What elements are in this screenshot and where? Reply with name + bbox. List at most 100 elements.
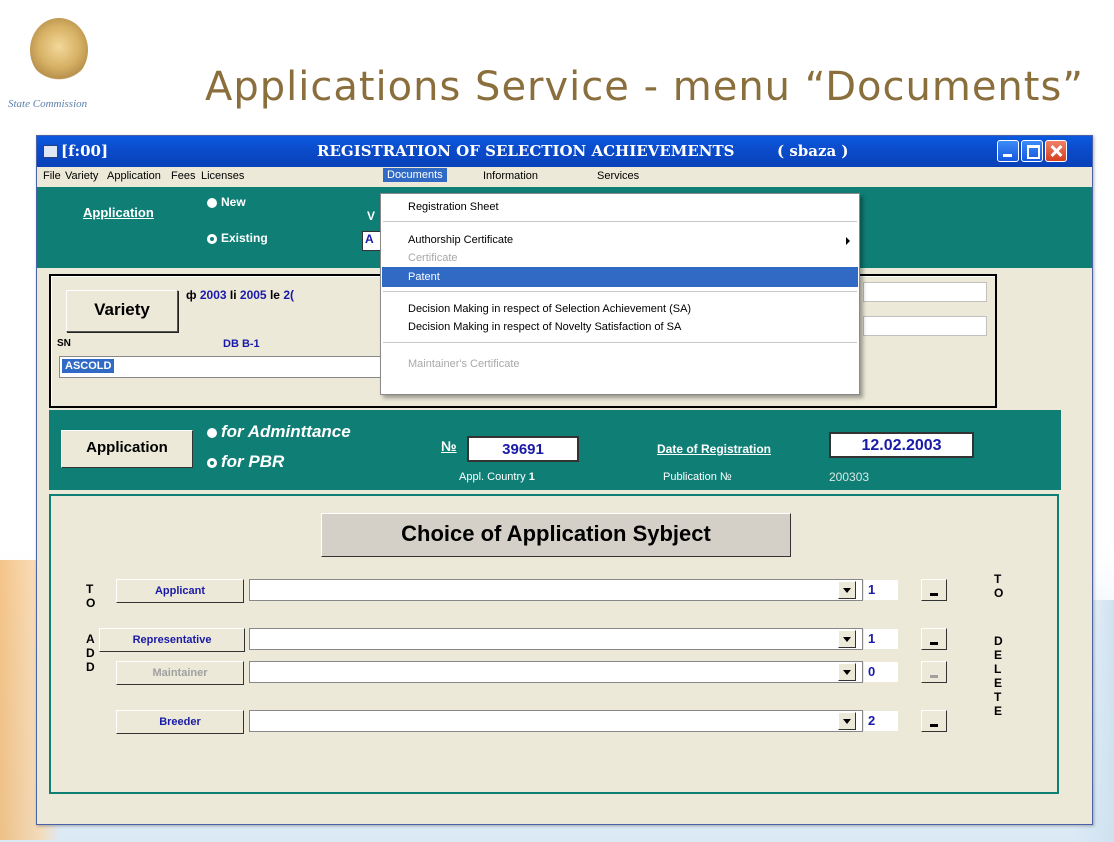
representative-combo[interactable] — [249, 628, 863, 650]
right-letter: E — [994, 704, 1003, 718]
applicant-delete-button[interactable] — [921, 579, 947, 601]
year-1: 2003 — [199, 288, 227, 302]
logo-caption: State Commission — [8, 98, 88, 110]
left-letter: D — [86, 646, 95, 660]
menu-separator — [383, 342, 857, 343]
breeder-button[interactable]: Breeder — [116, 710, 244, 734]
date-of-registration-field[interactable]: 12.02.2003 — [829, 432, 974, 458]
menu-fees[interactable]: Fees — [171, 170, 195, 182]
left-letter: D — [86, 660, 95, 674]
top-v-label: V — [367, 209, 376, 223]
representative-chevron-down-icon[interactable] — [838, 630, 856, 648]
variety-years: ф 2003 Ii 2005 le 2( — [186, 288, 294, 302]
submenu-arrow-icon — [846, 237, 850, 245]
right-letter: E — [994, 676, 1003, 690]
radio-new-label: New — [221, 195, 246, 209]
menu-bar: File Variety Application Fees Licenses D… — [37, 167, 1092, 187]
menu-services[interactable]: Services — [597, 170, 639, 182]
maintainer-combo[interactable] — [249, 661, 863, 683]
maintainer-count: 0 — [864, 662, 898, 682]
radio-pbr-label: for PBR — [221, 452, 285, 471]
menu-application[interactable]: Application — [107, 170, 161, 182]
left-letter: T — [86, 582, 94, 596]
subject-choice-panel: Choice of Application Sybject T O A D D … — [49, 494, 1059, 794]
menu-licenses[interactable]: Licenses — [201, 170, 244, 182]
appl-country: Appl. Country 1 — [459, 471, 535, 483]
minimize-button[interactable] — [997, 140, 1019, 162]
right-letter: T — [994, 572, 1002, 586]
variety-name-value: ASCOLD — [62, 359, 115, 373]
radio-admittance[interactable]: for Adminttance — [207, 422, 351, 442]
year-3: 2( — [283, 288, 294, 302]
application-details-panel: Application for Adminttance for PBR № 39… — [49, 410, 1061, 490]
coat-of-arms-icon — [30, 18, 88, 82]
menu-item-decision-novelty[interactable]: Decision Making in respect of Novelty Sa… — [382, 317, 858, 337]
representative-delete-button[interactable] — [921, 628, 947, 650]
date-of-registration-label[interactable]: Date of Registration — [657, 442, 771, 456]
variety-field-1[interactable] — [863, 282, 987, 302]
left-letter: A — [86, 632, 95, 646]
right-letter: D — [994, 634, 1003, 648]
menu-file[interactable]: File — [43, 170, 61, 182]
documents-dropdown-menu: Registration Sheet Authorship Certificat… — [380, 193, 860, 395]
window-form-icon — [43, 145, 58, 158]
right-letter: L — [994, 662, 1002, 676]
breeder-combo[interactable] — [249, 710, 863, 732]
application-number-field[interactable]: 39691 — [467, 436, 579, 462]
maintainer-button[interactable]: Maintainer — [116, 661, 244, 685]
menu-item-patent[interactable]: Patent — [382, 267, 858, 287]
maintainer-chevron-down-icon[interactable] — [838, 663, 856, 681]
radio-pbr-icon — [207, 457, 217, 468]
right-letter: T — [994, 690, 1002, 704]
window-title: REGISTRATION OF SELECTION ACHIEVEMENTS — [317, 142, 735, 160]
publication-label: Publication № — [663, 471, 732, 483]
menu-item-registration-sheet[interactable]: Registration Sheet — [382, 197, 858, 217]
menu-variety[interactable]: Variety — [65, 170, 98, 182]
radio-admittance-label: for Adminttance — [221, 422, 351, 441]
appl-country-label: Appl. Country — [459, 471, 526, 483]
applicant-combo[interactable] — [249, 579, 863, 601]
radio-existing[interactable]: Existing — [207, 231, 268, 245]
window-database: ( sbaza ) — [777, 142, 849, 160]
breeder-count: 2 — [864, 711, 898, 731]
radio-new[interactable]: New — [207, 195, 246, 209]
sn-value: DB B-1 — [223, 338, 260, 350]
representative-count: 1 — [864, 629, 898, 649]
maintainer-delete-button[interactable] — [921, 661, 947, 683]
window-titlebar[interactable]: [f:00] REGISTRATION OF SELECTION ACHIEVE… — [37, 136, 1092, 167]
year-prefix-2: Ii — [229, 288, 237, 302]
menu-item-authorship-certificate[interactable]: Authorship Certificate — [382, 230, 858, 250]
applicant-chevron-down-icon[interactable] — [838, 581, 856, 599]
sn-label: SN — [57, 338, 71, 349]
breeder-delete-button[interactable] — [921, 710, 947, 732]
menu-documents[interactable]: Documents — [383, 168, 447, 182]
menu-item-decision-sa[interactable]: Decision Making in respect of Selection … — [382, 299, 858, 319]
year-prefix-1: ф — [186, 288, 197, 302]
applicant-button[interactable]: Applicant — [116, 579, 244, 603]
menu-information[interactable]: Information — [483, 170, 538, 182]
menu-item-certificate[interactable]: Certificate — [382, 248, 858, 268]
radio-new-icon — [207, 197, 217, 208]
radio-pbr[interactable]: for PBR — [207, 452, 284, 472]
choice-of-subject-button[interactable]: Choice of Application Sybject — [321, 513, 791, 557]
slide-title: Applications Service - menu “Documents” — [205, 64, 1085, 110]
radio-existing-label: Existing — [221, 231, 268, 245]
representative-button[interactable]: Representative — [99, 628, 245, 652]
publication-value: 200303 — [829, 470, 870, 484]
right-letter: E — [994, 648, 1003, 662]
variety-field-2[interactable] — [863, 316, 987, 336]
variety-button[interactable]: Variety — [66, 290, 178, 332]
radio-existing-icon — [207, 233, 217, 244]
year-prefix-3: le — [269, 288, 280, 302]
maximize-button[interactable] — [1021, 140, 1043, 162]
menu-separator — [383, 291, 857, 292]
appl-country-value: 1 — [528, 471, 535, 483]
menu-item-authorship-certificate-label: Authorship Certificate — [408, 234, 514, 246]
menu-item-maintainers-certificate[interactable]: Maintainer's Certificate — [382, 354, 858, 374]
application-label[interactable]: Application — [83, 205, 154, 220]
breeder-chevron-down-icon[interactable] — [838, 712, 856, 730]
number-label: № — [441, 438, 457, 454]
menu-separator — [383, 221, 857, 222]
close-button[interactable] — [1045, 140, 1067, 162]
application-button[interactable]: Application — [61, 430, 193, 468]
